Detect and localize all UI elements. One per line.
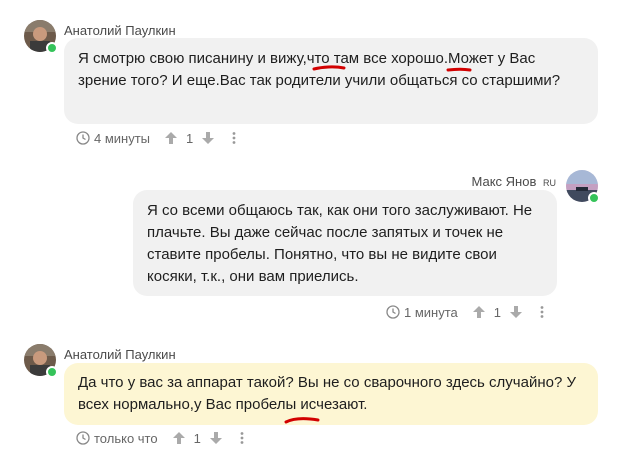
comment-text: Я со всеми общаюсь так, как они того зас…	[147, 202, 533, 285]
clock-icon	[76, 431, 90, 445]
clock-icon	[386, 305, 400, 319]
comment-bubble: Я со всеми общаюсь так, как они того зас…	[133, 190, 557, 296]
arrow-down-icon[interactable]	[201, 131, 215, 145]
comment-author: Макс Янов RU	[472, 174, 556, 189]
more-vertical-icon[interactable]	[537, 305, 547, 319]
vote-count: 1	[193, 430, 201, 446]
more-vertical-icon[interactable]	[237, 431, 247, 445]
comment-text: Я смотрю свою писанину и вижу,что там вс…	[78, 50, 561, 89]
comment-author-name[interactable]: Макс Янов	[472, 174, 537, 189]
online-indicator	[46, 366, 58, 378]
comment-meta: только что 1	[76, 428, 247, 448]
comment-time[interactable]: 1 минута	[404, 305, 458, 320]
author-badge: RU	[543, 178, 556, 188]
vote-count: 1	[186, 130, 194, 146]
comment-author[interactable]: Анатолий Паулкин	[64, 23, 176, 38]
comment-bubble-highlighted: Да что у вас за аппарат такой? Вы не со …	[64, 363, 598, 425]
online-indicator	[46, 42, 58, 54]
comment-text: Да что у вас за аппарат такой? Вы не со …	[78, 374, 576, 413]
vote-count: 1	[493, 304, 501, 320]
comment-meta: 1 минута 1	[386, 302, 547, 322]
arrow-up-icon[interactable]	[164, 131, 178, 145]
comment-bubble: Я смотрю свою писанину и вижу,что там вс…	[64, 38, 598, 124]
arrow-down-icon[interactable]	[509, 305, 523, 319]
more-vertical-icon[interactable]	[229, 131, 239, 145]
comment-author[interactable]: Анатолий Паулкин	[64, 347, 176, 362]
arrow-down-icon[interactable]	[209, 431, 223, 445]
arrow-up-icon[interactable]	[172, 431, 186, 445]
arrow-up-icon[interactable]	[472, 305, 486, 319]
comment-time[interactable]: только что	[94, 431, 158, 446]
clock-icon	[76, 131, 90, 145]
comment-time[interactable]: 4 минуты	[94, 131, 150, 146]
comment-meta: 4 минуты 1	[76, 128, 239, 148]
online-indicator	[588, 192, 600, 204]
